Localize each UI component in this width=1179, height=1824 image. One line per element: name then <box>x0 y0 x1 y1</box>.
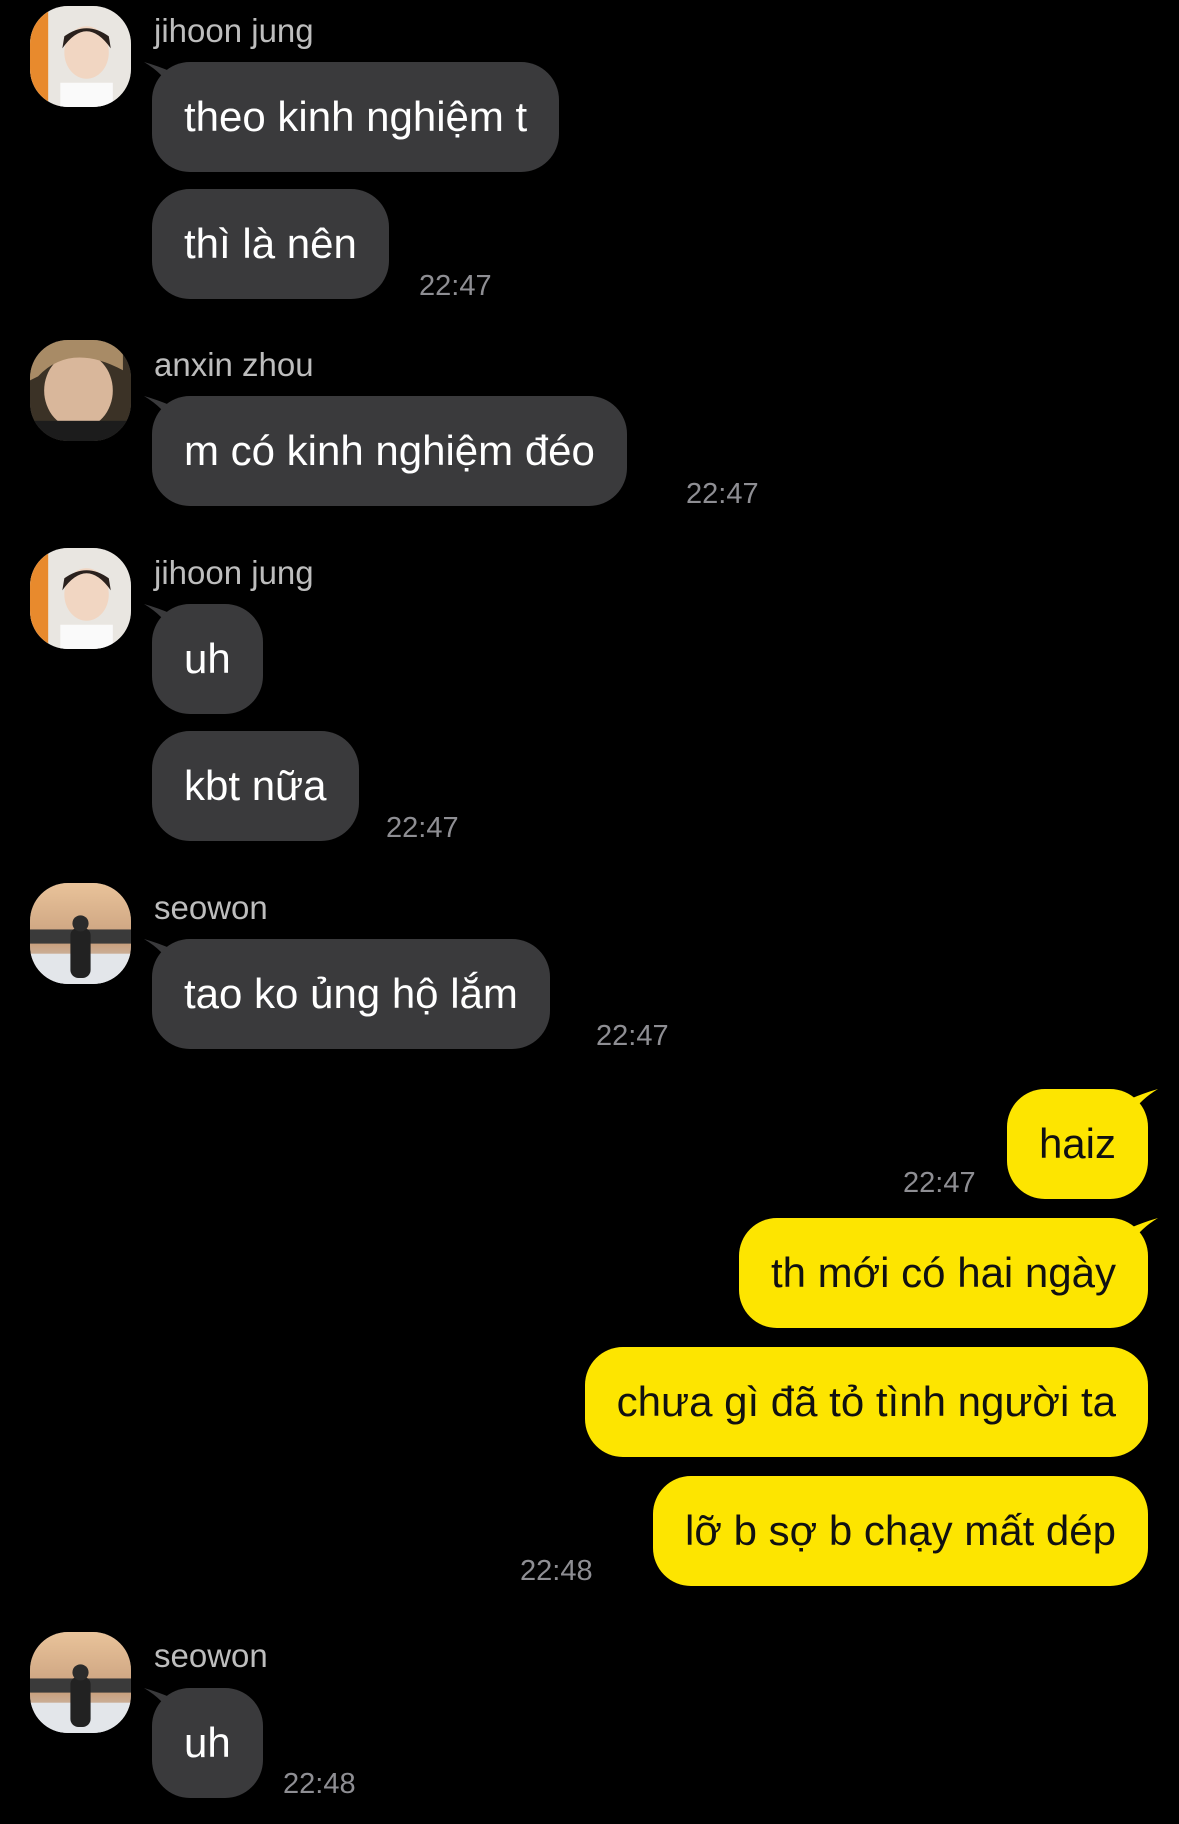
sender-name: jihoon jung <box>154 12 314 49</box>
message-bubble[interactable]: m có kinh nghiệm đéo <box>152 396 627 506</box>
message-bubble[interactable]: uh <box>152 1688 263 1798</box>
message-bubble[interactable]: uh <box>152 604 263 714</box>
sender-name: seowon <box>154 1637 268 1674</box>
profile-photo-icon <box>30 548 131 649</box>
message-timestamp: 22:47 <box>386 812 459 844</box>
message-timestamp: 22:48 <box>520 1555 593 1587</box>
message-bubble[interactable]: kbt nữa <box>152 731 359 841</box>
message-bubble[interactable]: th mới có hai ngày <box>738 1218 1148 1328</box>
message-timestamp: 22:47 <box>686 478 759 510</box>
avatar[interactable] <box>30 340 131 441</box>
message-timestamp: 22:47 <box>419 270 492 302</box>
message-bubble[interactable]: theo kinh nghiệm t <box>152 62 560 172</box>
message-bubble[interactable]: tao ko ủng hộ lắm <box>152 939 550 1049</box>
message-timestamp: 22:47 <box>596 1020 669 1052</box>
message-bubble[interactable]: thì là nên <box>152 189 389 299</box>
avatar[interactable] <box>30 1632 131 1733</box>
message-bubble[interactable]: chưa gì đã tỏ tình người ta <box>584 1347 1148 1457</box>
profile-photo-icon <box>30 1632 131 1733</box>
sender-name: jihoon jung <box>154 554 314 591</box>
profile-photo-icon <box>30 883 131 984</box>
profile-photo-icon <box>30 340 131 441</box>
sender-name: seowon <box>154 889 268 926</box>
message-timestamp: 22:47 <box>903 1167 976 1199</box>
bubble-tail <box>1130 1218 1158 1246</box>
message-bubble[interactable]: lỡ b sợ b chạy mất dép <box>653 1476 1148 1586</box>
profile-photo-icon <box>30 6 131 107</box>
bubble-tail <box>1130 1089 1158 1117</box>
avatar[interactable] <box>30 548 131 649</box>
avatar[interactable] <box>30 883 131 984</box>
message-bubble[interactable]: haiz <box>1006 1089 1148 1199</box>
sender-name: anxin zhou <box>154 346 314 383</box>
avatar[interactable] <box>30 6 131 107</box>
message-timestamp: 22:48 <box>283 1768 356 1800</box>
